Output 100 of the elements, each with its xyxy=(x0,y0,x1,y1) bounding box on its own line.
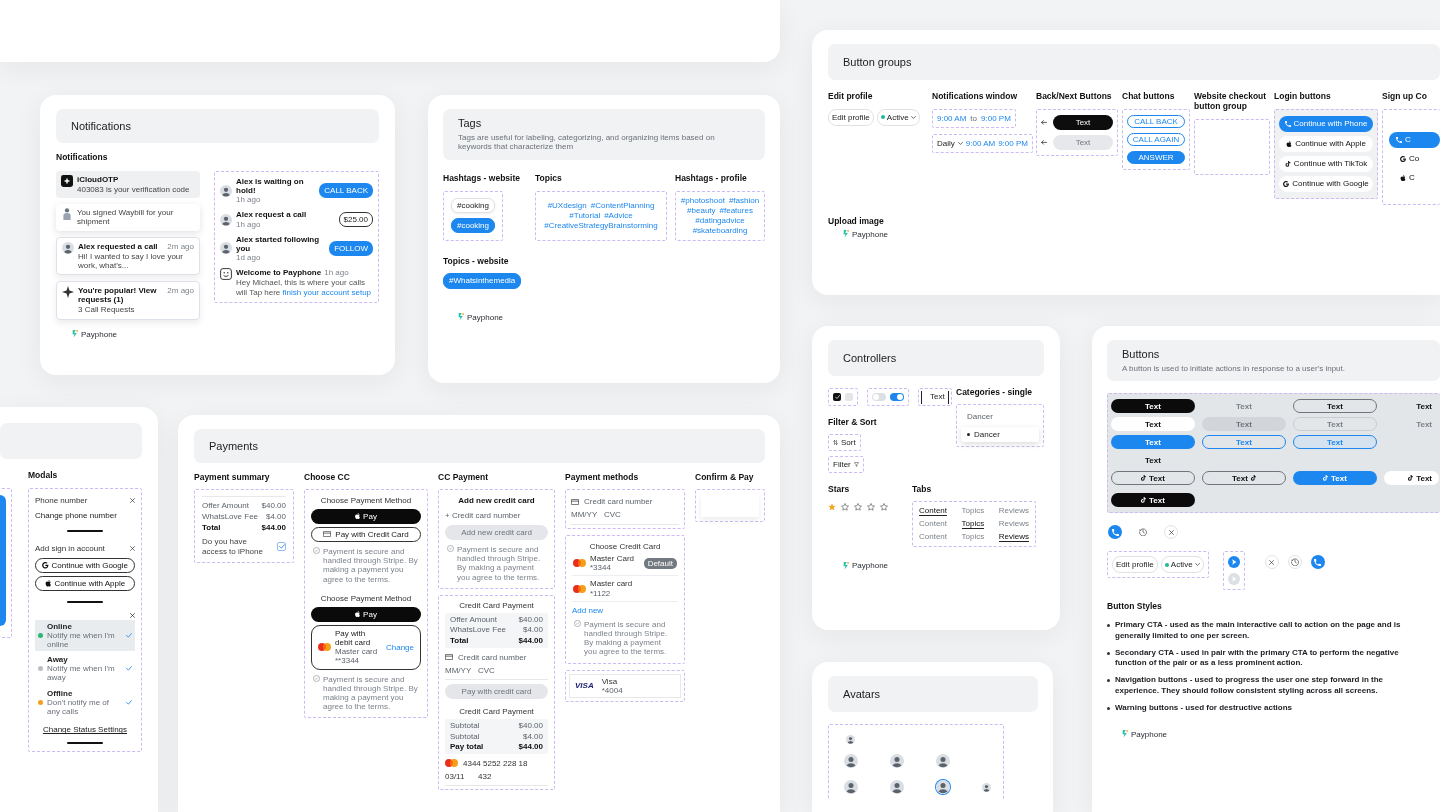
hashtag-link[interactable]: #fashion xyxy=(728,195,760,205)
login-button[interactable]: Continue with Apple xyxy=(1279,135,1373,152)
hashtag-chip[interactable]: #cooking xyxy=(451,197,495,214)
saved-card-option[interactable]: Pay with debit card Master card **3344 Change xyxy=(311,624,421,670)
sample-button[interactable]: Text xyxy=(1111,493,1195,508)
status-option[interactable]: Online Notify me when I'm online xyxy=(35,619,135,652)
cvc-field[interactable]: 432 xyxy=(478,771,498,782)
sort-button[interactable]: Sort xyxy=(833,437,856,447)
hashtag-link[interactable]: #UXdesign xyxy=(547,200,587,210)
checkbox[interactable] xyxy=(277,542,286,551)
notification-toast[interactable]: You're popular! View requests (1) 2m ago 3 Call Requests xyxy=(56,281,200,320)
login-button[interactable]: Continue with Phone xyxy=(1279,115,1373,132)
action-button[interactable]: $25.00 xyxy=(338,211,373,228)
tab[interactable]: Reviews xyxy=(998,519,1029,530)
hashtag-link[interactable]: #features xyxy=(719,205,753,216)
end-time[interactable]: 9:00 PM xyxy=(998,138,1028,149)
status-dropdown[interactable]: Active xyxy=(1160,556,1204,574)
checkbox[interactable] xyxy=(845,393,853,401)
status-settings-link[interactable]: Change Status Settings xyxy=(42,725,128,735)
edit-profile-button[interactable]: Edit profile xyxy=(828,108,874,126)
login-button[interactable]: Continue with Google xyxy=(1279,175,1373,192)
start-time[interactable]: 9:00 AM xyxy=(965,138,996,149)
cvc-field[interactable]: CVC xyxy=(478,665,498,676)
sample-button[interactable]: Text xyxy=(1384,471,1439,486)
hashtag-chip[interactable]: #cooking xyxy=(451,218,495,234)
close-button[interactable] xyxy=(1164,525,1178,540)
card-number-field[interactable]: + Credit card number xyxy=(445,510,548,521)
notification-toast[interactable]: Alex requested a call 2m ago Hi! I wanted to say I love your work, what's... xyxy=(56,236,200,276)
call-button[interactable] xyxy=(1310,555,1325,570)
sample-button[interactable]: Text xyxy=(1111,453,1195,468)
menu-item[interactable]: Change phone number xyxy=(35,510,117,521)
text-field[interactable]: Text xyxy=(921,390,949,404)
category-option[interactable]: Dancer xyxy=(961,426,1039,443)
saved-card-row[interactable]: Master card *1122 xyxy=(572,576,678,602)
tab[interactable]: Reviews xyxy=(998,505,1029,517)
saved-card-row[interactable]: Master Card *3344 Default xyxy=(572,550,678,577)
notification-toast[interactable]: You signed Waybill for your shipment xyxy=(56,204,200,231)
hashtag-link[interactable]: #beauty xyxy=(687,205,716,216)
history-button[interactable] xyxy=(1287,555,1302,570)
cvc-field[interactable]: CVC xyxy=(604,509,624,520)
toggle-switch[interactable] xyxy=(890,393,904,401)
status-option[interactable]: Away Notify me when I'm away xyxy=(35,653,135,685)
action-button[interactable]: FOLLOW xyxy=(329,240,373,257)
category-option[interactable]: Dancer xyxy=(961,408,1039,424)
next-button[interactable]: Text xyxy=(1053,114,1113,130)
card-number-field[interactable]: Credit card number xyxy=(584,496,660,507)
filter-button[interactable]: Filter xyxy=(833,459,859,470)
expiry-field[interactable]: MM/YY xyxy=(445,665,473,676)
card-number-field[interactable]: 4344 5252 228 18 xyxy=(463,758,539,769)
edit-profile-button[interactable]: Edit profile xyxy=(1112,556,1158,574)
chat-button[interactable]: ANSWER xyxy=(1127,150,1185,164)
chat-button[interactable]: CALL BACK xyxy=(1127,114,1185,128)
chat-button[interactable]: CALL AGAIN xyxy=(1127,132,1185,146)
tab[interactable]: Topics xyxy=(961,519,985,530)
signup-button[interactable]: Co xyxy=(1389,150,1440,167)
wallet-pay-button[interactable]: Pay xyxy=(311,606,421,622)
signup-button[interactable]: C xyxy=(1389,131,1440,148)
toggle-switch[interactable] xyxy=(872,393,886,401)
status-dropdown[interactable]: Active xyxy=(876,108,920,126)
notification-toast[interactable]: iCloudOTP 403083 is your verification code xyxy=(56,170,200,199)
call-button[interactable] xyxy=(1108,525,1122,540)
wallet-pay-button[interactable]: Pay xyxy=(311,508,421,524)
card-subtitle: Tags are useful for labeling, categorizing, and organizing items based on keywords that characterize them xyxy=(458,132,716,152)
hashtag-link[interactable]: #Tutorial xyxy=(569,211,601,221)
hashtag-link[interactable]: #datingadvice xyxy=(695,216,745,226)
tab[interactable]: Content xyxy=(919,532,948,543)
sample-button[interactable]: Text xyxy=(1111,399,1195,414)
frequency-select[interactable]: Daily xyxy=(937,138,955,149)
sample-button[interactable]: Text xyxy=(1111,417,1195,432)
checkbox[interactable] xyxy=(833,393,841,401)
hashtag-link[interactable]: #photoshoot xyxy=(680,195,725,205)
hashtag-link[interactable]: #Advice xyxy=(604,211,633,221)
tab[interactable]: Content xyxy=(919,519,948,530)
close-button[interactable] xyxy=(1264,555,1279,570)
end-time[interactable]: 9:00 PM xyxy=(981,113,1011,123)
expiry-field[interactable]: 03/11 xyxy=(445,771,473,782)
tab[interactable]: Topics xyxy=(961,532,985,543)
g-logo-icon xyxy=(42,562,49,569)
add-card-link[interactable]: Add new xyxy=(572,605,604,615)
tab[interactable]: Reviews xyxy=(998,532,1029,543)
sample-button[interactable]: Text xyxy=(1293,471,1377,486)
topic-chip[interactable]: #Whatsinthemedia xyxy=(443,273,522,289)
hashtag-link[interactable]: #CreativeStrategyBrainstorming xyxy=(544,221,658,231)
card-number-field[interactable]: Credit card number xyxy=(458,652,534,663)
action-button[interactable]: CALL BACK xyxy=(319,182,373,199)
tab[interactable]: Topics xyxy=(961,505,985,517)
sample-button[interactable]: Text xyxy=(1384,399,1439,414)
login-button[interactable]: Continue with TikTok xyxy=(1279,155,1373,172)
sample-button[interactable]: Text xyxy=(1111,435,1195,450)
signup-button[interactable]: C xyxy=(1389,169,1440,186)
hashtag-link[interactable]: #skateboarding xyxy=(692,226,748,236)
start-time[interactable]: 9:00 AM xyxy=(937,113,967,123)
status-option[interactable]: Offline Don't notify me of any calls xyxy=(35,686,135,719)
setup-link[interactable]: finish your account setup xyxy=(282,287,372,297)
tab[interactable]: Content xyxy=(919,505,948,517)
play-button[interactable] xyxy=(1227,556,1240,569)
hashtag-link[interactable]: #ContentPlanning xyxy=(590,200,655,210)
expiry-field[interactable]: MM/YY xyxy=(571,509,599,520)
change-link[interactable]: Change xyxy=(385,642,414,652)
star-rating[interactable] xyxy=(828,502,888,511)
